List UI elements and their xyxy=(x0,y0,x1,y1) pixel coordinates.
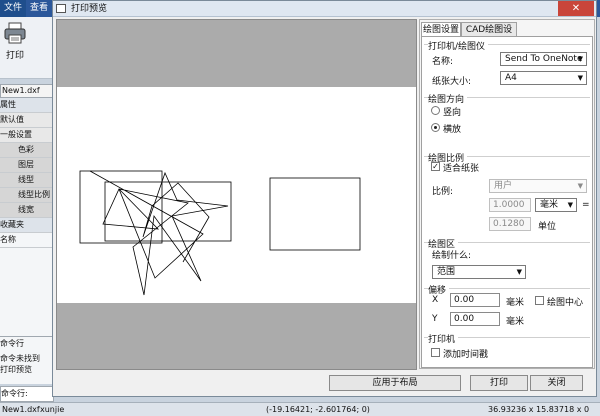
property-color[interactable]: 色彩 xyxy=(0,143,54,158)
offset-x-input[interactable]: 0.00 xyxy=(450,293,500,307)
menu-file[interactable]: 文件 xyxy=(0,0,26,17)
favorites-name-header: 名称 xyxy=(0,233,54,248)
printer-select[interactable]: Send To OneNote 2016▼ xyxy=(500,52,587,66)
window-icon xyxy=(56,4,66,13)
scale-denominator-input[interactable]: 0.1280 xyxy=(489,217,531,231)
equals-sign: = xyxy=(582,200,590,210)
properties-title: 属性 xyxy=(0,98,54,113)
fit-paper-checkbox[interactable]: ✓ xyxy=(431,162,440,171)
add-timestamp-label: 添加时间戳 xyxy=(443,350,489,360)
drawing-preview xyxy=(79,170,361,296)
print-ribbon-label: 打印 xyxy=(5,51,24,61)
status-coordinates: (-19.16421; -2.601764; 0) xyxy=(266,405,370,414)
property-linetype[interactable]: 线型 xyxy=(0,173,54,188)
scale-label: 比例: xyxy=(432,187,454,197)
menu-view[interactable]: 查看 xyxy=(30,0,52,17)
chevron-down-icon: ▼ xyxy=(577,74,583,82)
chevron-down-icon: ▼ xyxy=(577,55,583,63)
properties-default[interactable]: 默认值 xyxy=(0,113,54,128)
property-linetype-scale[interactable]: 线型比例 xyxy=(0,188,54,203)
favorites-title: 收藏夹 xyxy=(0,218,54,233)
property-layer[interactable]: 图层 xyxy=(0,158,54,173)
paper-size-value: A4 xyxy=(505,73,517,83)
command-panel: 命令行 命令未找到 打印预览 xyxy=(0,336,54,384)
settings-panel: 绘图设置 CAD绘图设置 打印机/绘图仪 名称: Send To OneNote… xyxy=(419,19,595,369)
preview-paper xyxy=(57,87,416,303)
center-plot-checkbox[interactable] xyxy=(535,296,544,305)
printer-options-group-title: 打印机 xyxy=(428,332,459,345)
orientation-group-title: 绘图方向 xyxy=(428,92,468,105)
print-button[interactable]: 打印 xyxy=(470,375,528,391)
print-preview-dialog: 打印预览 ✕ 绘图设置 CAD绘图设置 打印机/绘图仪 名称: Send To … xyxy=(52,0,597,397)
plot-what-value: 范围 xyxy=(437,267,456,277)
status-user: xunjie xyxy=(40,405,65,414)
close-icon[interactable]: ✕ xyxy=(558,1,594,16)
preview-canvas[interactable] xyxy=(56,19,417,370)
chevron-down-icon: ▼ xyxy=(567,201,573,209)
printer-icon xyxy=(4,22,26,44)
tab-cad-print-settings[interactable]: CAD绘图设置 xyxy=(461,22,517,49)
plot-what-select[interactable]: 范围 ▼ xyxy=(432,265,526,279)
tab-print-settings[interactable]: 绘图设置 xyxy=(421,22,461,37)
offset-y-unit: 毫米 xyxy=(506,317,525,327)
properties-panel: 属性 默认值 一般设置 色彩 图层 线型 线型比例 线宽 收藏夹 名称 xyxy=(0,98,54,338)
chevron-down-icon: ▼ xyxy=(516,268,522,276)
offset-x-unit: 毫米 xyxy=(506,298,525,308)
printer-group-title: 打印机/绘图仪 xyxy=(428,39,489,52)
command-history-line: 打印预览 xyxy=(0,365,32,374)
center-plot-label: 绘图中心 xyxy=(547,298,584,308)
scale-select[interactable]: 用户 ▼ xyxy=(489,179,587,193)
landscape-label: 横放 xyxy=(443,125,462,135)
chevron-down-icon: ▼ xyxy=(577,182,583,190)
command-history-line: 命令未找到 xyxy=(0,354,40,363)
scale-numerator-input[interactable]: 1.0000 xyxy=(489,198,531,212)
landscape-radio[interactable] xyxy=(431,123,440,132)
plot-what-label: 绘制什么: xyxy=(432,251,472,261)
offset-x-label: X xyxy=(432,295,439,305)
offset-y-label: Y xyxy=(432,314,438,324)
close-button[interactable]: 关闭 xyxy=(530,375,583,391)
command-input[interactable]: 命令行: xyxy=(0,386,54,402)
paper-size-select[interactable]: A4 ▼ xyxy=(500,71,587,85)
offset-y-input[interactable]: 0.00 xyxy=(450,312,500,326)
property-lineweight[interactable]: 线宽 xyxy=(0,203,54,218)
apply-to-layout-button[interactable]: 应用于布局 xyxy=(329,375,461,391)
fit-paper-label: 适合纸张 xyxy=(443,164,480,174)
paper-size-label: 纸张大小: xyxy=(432,77,472,87)
unit-label: 单位 xyxy=(538,222,557,232)
properties-group-general[interactable]: 一般设置 xyxy=(0,128,54,143)
command-title: 命令行 xyxy=(0,339,24,348)
portrait-label: 竖向 xyxy=(443,108,462,118)
scale-unit-select[interactable]: 毫米 ▼ xyxy=(535,198,577,212)
tab-body: 打印机/绘图仪 名称: Send To OneNote 2016▼ 纸张大小: … xyxy=(421,36,593,368)
dialog-title: 打印预览 xyxy=(71,4,108,14)
document-tab[interactable]: New1.dxf xyxy=(0,84,54,98)
printer-select-value: Send To OneNote 2016 xyxy=(505,54,586,64)
status-file: New1.dxf xyxy=(2,405,40,414)
printer-name-label: 名称: xyxy=(432,57,454,67)
add-timestamp-checkbox[interactable] xyxy=(431,348,440,357)
dialog-titlebar: 打印预览 ✕ xyxy=(53,1,596,17)
portrait-radio[interactable] xyxy=(431,106,440,115)
scale-unit-value: 毫米 xyxy=(540,200,559,210)
status-extents: 36.93236 x 15.83718 x 0 xyxy=(488,405,590,414)
status-bar: New1.dxf xunjie (-19.16421; -2.601764; 0… xyxy=(0,402,600,416)
scale-select-value: 用户 xyxy=(494,181,513,191)
